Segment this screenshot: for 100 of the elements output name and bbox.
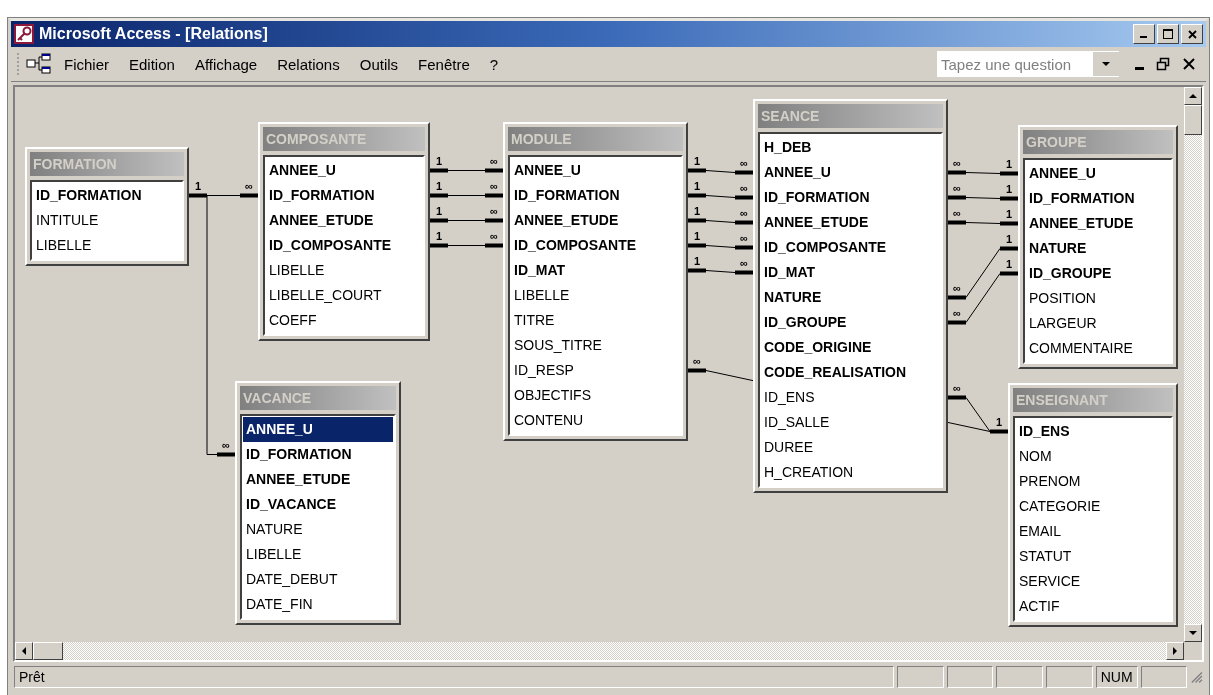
field-name[interactable]: H_DEB (761, 135, 940, 160)
field-name[interactable]: ID_MAT (511, 258, 680, 283)
field-name[interactable]: ANNEE_U (511, 158, 680, 183)
menu-item[interactable]: Edition (121, 52, 183, 76)
menu-item[interactable]: Affichage (186, 52, 266, 76)
field-name[interactable]: ANNEE_U (266, 158, 422, 183)
field-name[interactable]: ID_COMPOSANTE (761, 235, 940, 260)
maximize-button[interactable] (1157, 24, 1179, 44)
field-name[interactable]: ID_FORMATION (33, 183, 181, 208)
field-name[interactable]: ANNEE_U (761, 160, 940, 185)
field-name[interactable]: EMAIL (1016, 519, 1170, 544)
field-name[interactable]: NATURE (761, 285, 940, 310)
dropdown-icon[interactable] (1093, 52, 1119, 76)
field-name[interactable]: POSITION (1026, 286, 1170, 311)
relationship-line[interactable] (688, 218, 753, 225)
field-name[interactable]: SOUS_TITRE (511, 333, 680, 358)
table-window[interactable]: SEANCE H_DEB ANNEE_U ID_FORMATION ANNEE_ETUDE ID_COMPOSANTE ID_MAT NATURE ID_GROUPE CODE_ORIGINE CODE_REALISATION ID_ENS ID_SALLE DUREE H_CREATION (753, 99, 948, 493)
field-name[interactable]: TITRE (511, 308, 680, 333)
relationship-line[interactable] (688, 368, 754, 382)
field-name[interactable]: ID_COMPOSANTE (511, 233, 680, 258)
field-name[interactable]: PRENOM (1016, 469, 1170, 494)
scroll-up-button[interactable] (1184, 87, 1202, 105)
relationship-line[interactable] (688, 243, 753, 250)
horizontal-scrollbar[interactable] (15, 642, 1202, 660)
scroll-thumb[interactable] (33, 642, 63, 660)
field-name[interactable]: LIBELLE (266, 258, 422, 283)
field-name[interactable]: COEFF (266, 308, 422, 333)
scroll-thumb[interactable] (1184, 105, 1202, 135)
field-name[interactable]: STATUT (1016, 544, 1170, 569)
field-name[interactable]: CODE_ORIGINE (761, 335, 940, 360)
field-name[interactable]: ACTIF (1016, 594, 1170, 619)
relationship-line[interactable] (688, 268, 753, 275)
menu-item[interactable]: Fichier (56, 52, 117, 76)
table-window[interactable]: ENSEIGNANT ID_ENS NOM PRENOM CATEGORIE EMAIL STATUT SERVICE ACTIF (1008, 383, 1178, 627)
field-name[interactable]: ID_RESP (511, 358, 680, 383)
field-name[interactable]: LIBELLE (33, 233, 181, 258)
minimize-button[interactable] (1133, 24, 1155, 44)
relationship-line[interactable] (688, 193, 753, 200)
field-name[interactable]: ID_SALLE (761, 410, 940, 435)
relationship-line[interactable] (948, 220, 1018, 226)
field-name[interactable]: NATURE (243, 517, 393, 542)
relationship-line[interactable] (948, 170, 1018, 176)
question-field[interactable]: Tapez une question (937, 51, 1119, 77)
field-name[interactable]: ID_ENS (1016, 419, 1170, 444)
menu-item[interactable]: Outils (351, 52, 407, 76)
field-name[interactable]: ANNEE_ETUDE (761, 210, 940, 235)
relationship-line[interactable] (430, 193, 503, 198)
field-name[interactable]: ID_ENS (761, 385, 940, 410)
field-name[interactable]: COMMENTAIRE (1026, 336, 1170, 361)
field-name[interactable]: INTITULE (33, 208, 181, 233)
field-name[interactable]: LARGEUR (1026, 311, 1170, 336)
field-name[interactable]: ID_MAT (761, 260, 940, 285)
table-window[interactable]: COMPOSANTE ANNEE_U ID_FORMATION ANNEE_ETUDE ID_COMPOSANTE LIBELLE LIBELLE_COURT COEFF (258, 122, 430, 341)
relationship-line[interactable] (189, 193, 258, 198)
field-name[interactable]: ID_FORMATION (511, 183, 680, 208)
table-window[interactable]: GROUPE ANNEE_U ID_FORMATION ANNEE_ETUDE NATURE ID_GROUPE POSITION LARGEUR COMMENTAIRE (1018, 125, 1178, 369)
relationship-line[interactable] (948, 271, 1018, 325)
field-name[interactable]: ID_FORMATION (243, 442, 393, 467)
field-name[interactable]: ID_GROUPE (1026, 261, 1170, 286)
field-name[interactable]: LIBELLE (511, 283, 680, 308)
field-name[interactable]: ANNEE_ETUDE (511, 208, 680, 233)
vertical-scrollbar[interactable] (1184, 87, 1202, 642)
relationship-line[interactable] (430, 168, 503, 173)
menu-item[interactable]: Fenêtre (410, 52, 478, 76)
relationship-line[interactable] (688, 168, 753, 175)
relationship-line[interactable] (430, 243, 503, 248)
field-name[interactable]: ID_FORMATION (266, 183, 422, 208)
field-name[interactable]: CONTENU (511, 408, 680, 433)
table-window[interactable]: FORMATION ID_FORMATION INTITULE LIBELLE (25, 147, 189, 266)
field-name[interactable]: LIBELLE_COURT (266, 283, 422, 308)
scroll-left-button[interactable] (15, 642, 33, 660)
field-name[interactable]: ID_GROUPE (761, 310, 940, 335)
field-name[interactable]: ID_VACANCE (243, 492, 393, 517)
field-name[interactable]: NATURE (1026, 236, 1170, 261)
field-name[interactable]: SERVICE (1016, 569, 1170, 594)
field-name[interactable]: H_CREATION (761, 460, 940, 485)
table-window[interactable]: VACANCE ANNEE_U ID_FORMATION ANNEE_ETUDE ID_VACANCE NATURE LIBELLE DATE_DEBUT DATE_FIN (235, 381, 401, 625)
field-name[interactable]: CATEGORIE (1016, 494, 1170, 519)
field-name[interactable]: ANNEE_U (1026, 161, 1170, 186)
field-name[interactable]: OBJECTIFS (511, 383, 680, 408)
field-name[interactable]: DUREE (761, 435, 940, 460)
menu-item[interactable]: Relations (269, 52, 348, 76)
field-name[interactable]: DATE_DEBUT (243, 567, 393, 592)
scroll-right-button[interactable] (1166, 642, 1184, 660)
close-button[interactable] (1181, 24, 1203, 44)
field-name[interactable]: NOM (1016, 444, 1170, 469)
field-name[interactable]: ANNEE_ETUDE (243, 467, 393, 492)
menu-item[interactable]: ? (481, 52, 507, 76)
relationship-line[interactable] (948, 395, 991, 432)
field-name[interactable]: ANNEE_ETUDE (1026, 211, 1170, 236)
relationship-line[interactable] (948, 246, 1018, 300)
table-window[interactable]: MODULE ANNEE_U ID_FORMATION ANNEE_ETUDE ID_COMPOSANTE ID_MAT LIBELLE TITRE SOUS_TITRE ID_RESP OBJECTIFS CONTENU (503, 122, 688, 441)
resize-grip-icon[interactable] (1190, 670, 1204, 684)
field-name[interactable]: ID_FORMATION (761, 185, 940, 210)
field-name[interactable]: ANNEE_U (243, 417, 393, 442)
field-name[interactable]: LIBELLE (243, 542, 393, 567)
relationship-line[interactable] (948, 195, 1018, 201)
relationship-line[interactable] (430, 218, 503, 223)
field-name[interactable]: DATE_FIN (243, 592, 393, 617)
field-name[interactable]: CODE_REALISATION (761, 360, 940, 385)
